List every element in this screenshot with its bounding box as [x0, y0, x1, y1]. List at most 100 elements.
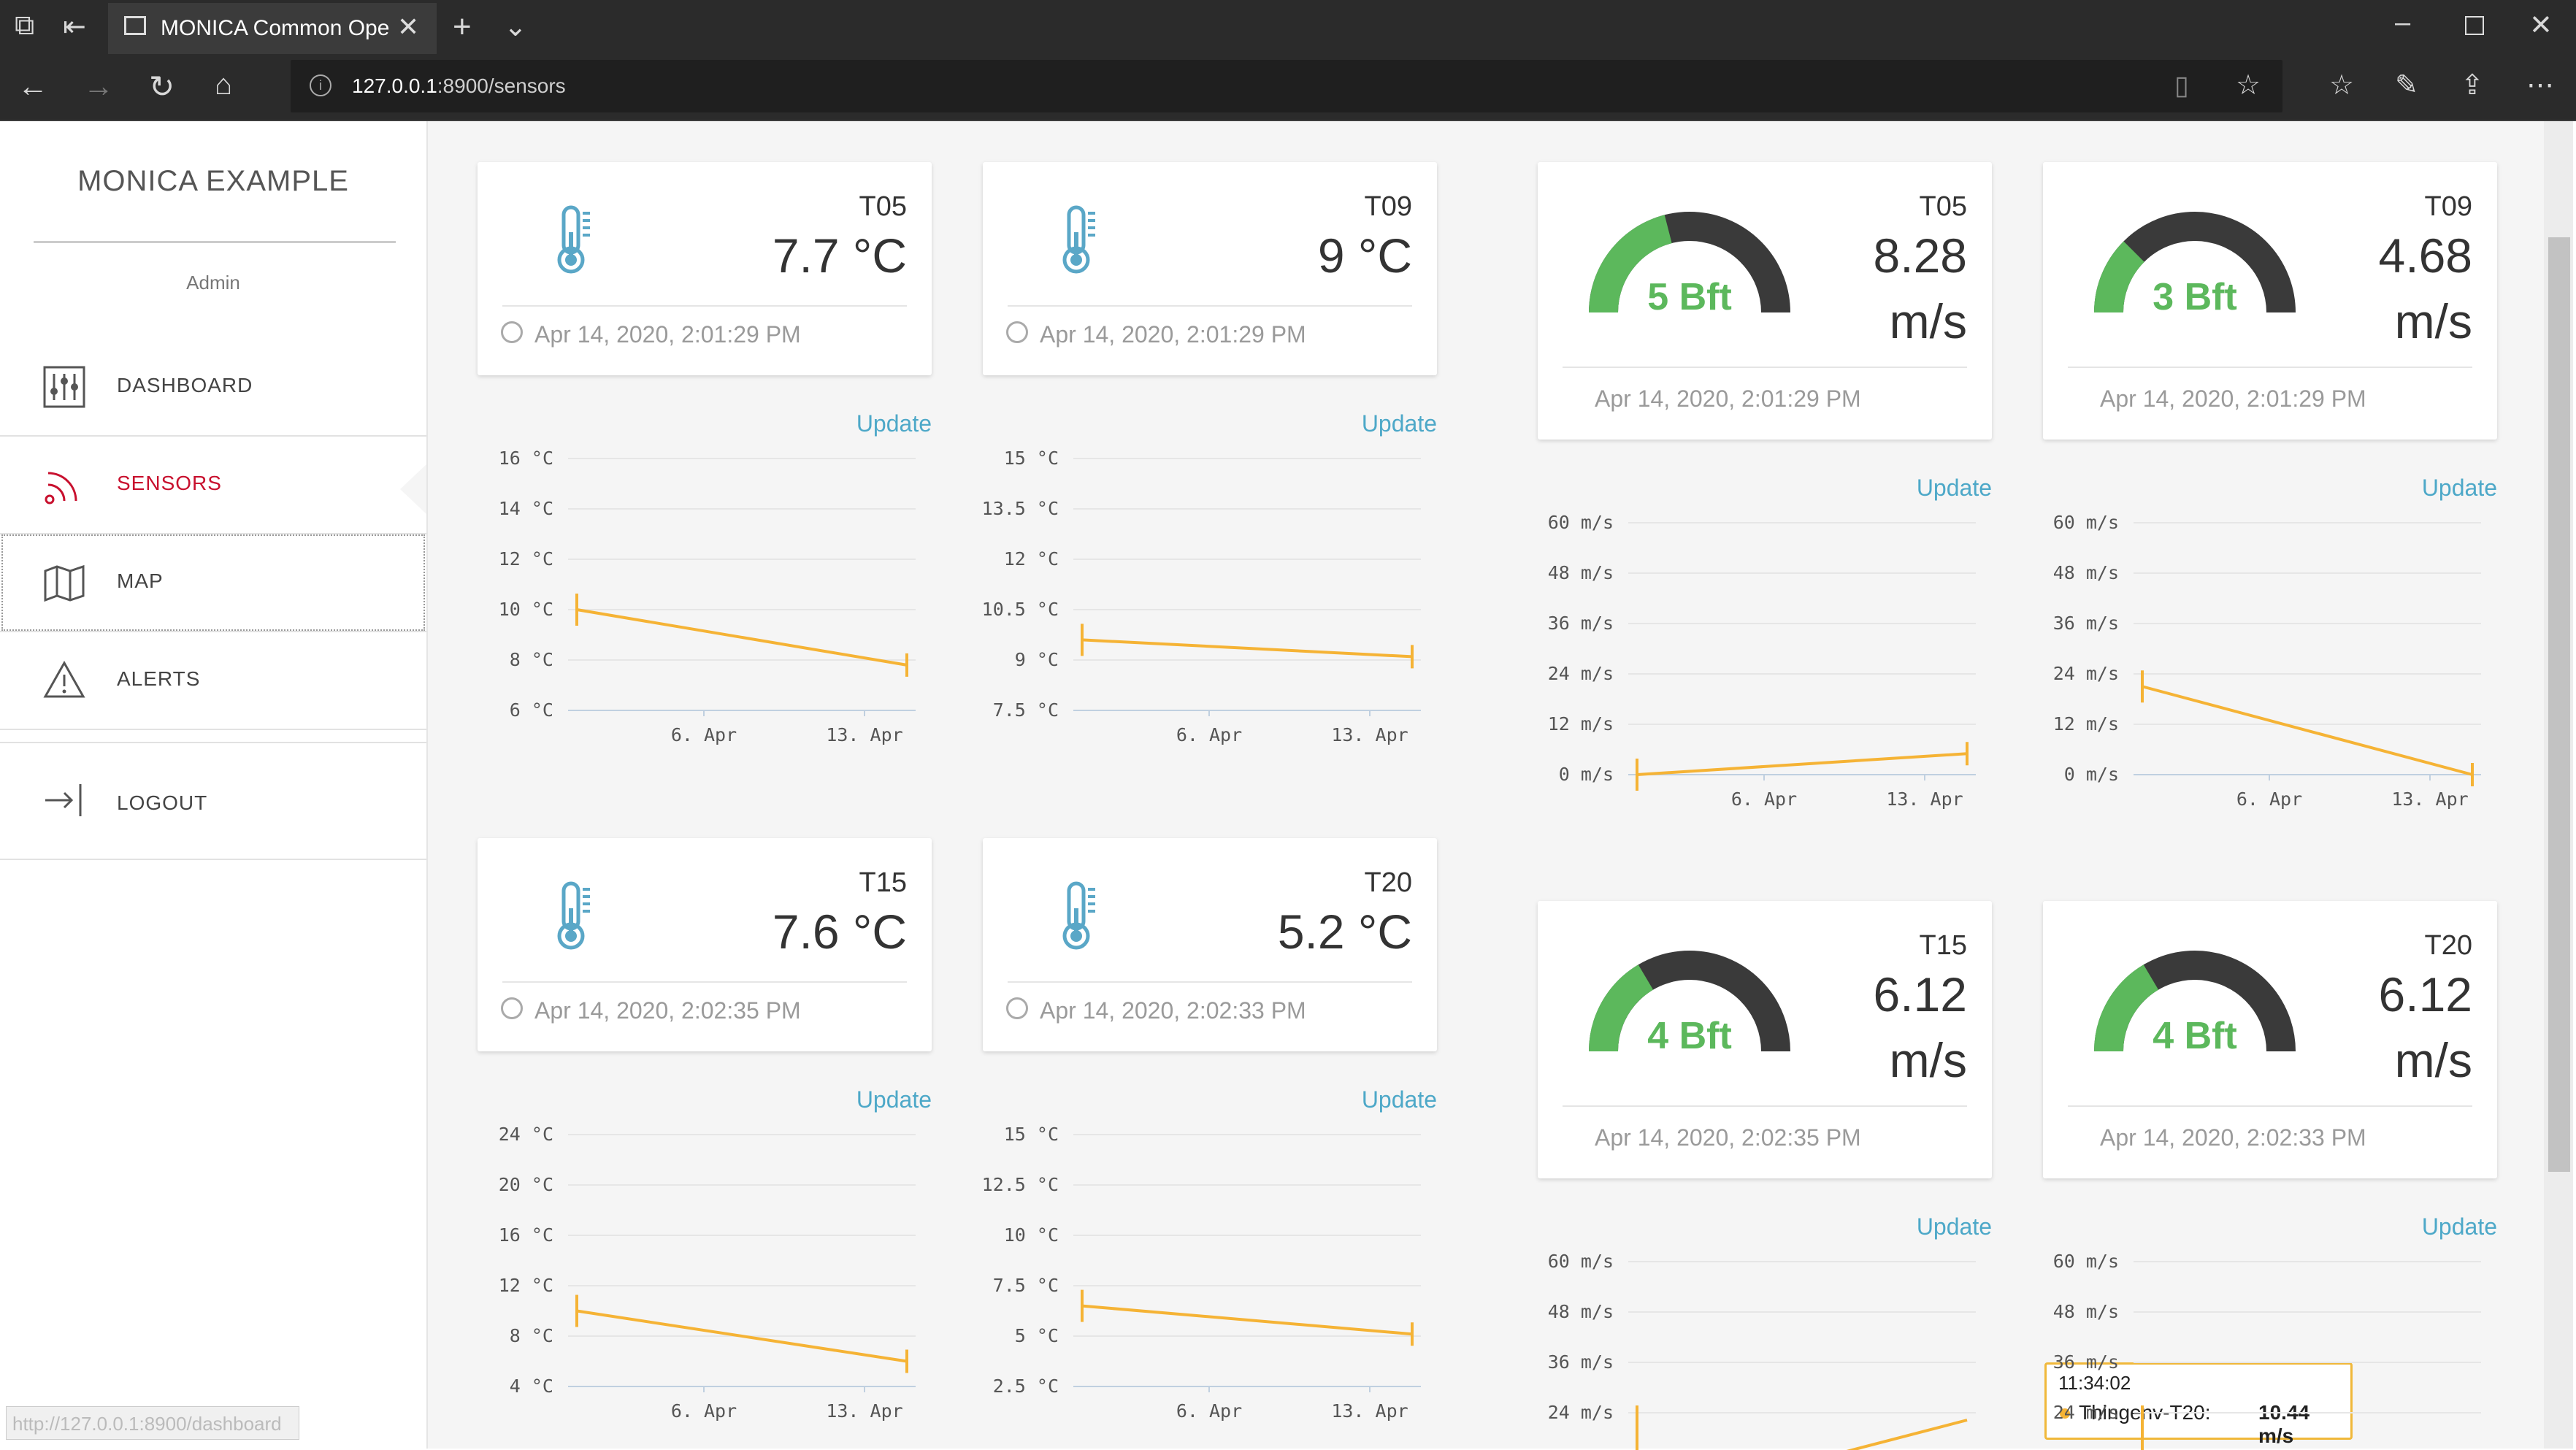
timestamp: Apr 14, 2020, 2:01:29 PM — [1040, 321, 1306, 348]
thermometer-icon — [557, 881, 590, 950]
thermometer-icon — [1062, 205, 1095, 274]
timestamp: Apr 14, 2020, 2:01:29 PM — [2100, 385, 2366, 412]
y-tick-label: 20 °C — [499, 1174, 553, 1195]
y-tick-label: 10.5 °C — [983, 599, 1059, 620]
close-tab-icon[interactable]: ✕ — [397, 12, 419, 42]
gauge-fill — [1589, 964, 1654, 1052]
sidebar-item-label: DASHBOARD — [117, 374, 253, 396]
gauge-fill — [2094, 241, 2145, 313]
y-tick-label: 8 °C — [510, 1325, 553, 1346]
tab-list-chevron-icon[interactable]: ⌄ — [504, 10, 527, 43]
timestamp: Apr 14, 2020, 2:02:35 PM — [534, 997, 801, 1024]
share-icon[interactable]: ⇪ — [2461, 69, 2484, 101]
y-tick-label: 12 °C — [499, 548, 553, 569]
set-aside-tabs-icon[interactable]: ⇤ — [63, 10, 86, 43]
line-chart: 16 °C 14 °C 12 °C 10 °C 8 °C 6 °C 6. Apr 13. Ap… — [499, 448, 916, 745]
beaufort-label: 5 Bft — [1647, 276, 1732, 318]
clock-icon — [1006, 997, 1028, 1019]
chart-panel: Update 15 °C 13.5 °C 12 °C 10.5 °C 9 °C 7.5 °C… — [983, 406, 1437, 771]
minimize-icon[interactable]: – — [2395, 7, 2410, 39]
x-tick-label: 6. Apr — [1176, 724, 1242, 745]
favorites-hub-icon[interactable]: ☆ — [2329, 69, 2354, 101]
y-tick-label: 6 °C — [510, 699, 553, 721]
y-tick-label: 13.5 °C — [983, 498, 1059, 519]
wind-card: 4 Bft T20 6.12 m/s Apr 14, 2020, 2:02:33 PM — [2043, 901, 2497, 1178]
sidebar-item-label: MAP — [117, 569, 164, 592]
y-tick-label: 9 °C — [1015, 649, 1059, 670]
y-tick-label: 12 °C — [1004, 548, 1059, 569]
info-icon[interactable]: i — [310, 74, 331, 96]
url-text: 127.0.0.1:8900/sensors — [352, 74, 566, 97]
series-line — [2142, 685, 2473, 776]
sidebar-item-alerts[interactable]: ALERTS — [0, 631, 426, 730]
y-tick-label: 24 m/s — [1548, 1402, 1614, 1423]
sensor-name: T20 — [2424, 930, 2472, 961]
y-tick-label: 10 °C — [499, 599, 553, 620]
thermometer-icon — [557, 205, 590, 274]
wind-speed-unit: m/s — [2394, 1033, 2472, 1087]
beaufort-label: 3 Bft — [2153, 276, 2237, 318]
y-tick-label: 15 °C — [1004, 1124, 1059, 1145]
signal-icon — [45, 472, 77, 505]
tab-manager-icon[interactable]: ⧉ — [15, 10, 34, 42]
x-tick-label: 13. Apr — [1331, 1400, 1408, 1422]
scrollbar-thumb[interactable] — [2548, 237, 2570, 1172]
wind-speed-value: 4.68 — [2378, 229, 2472, 283]
sidebar-item-dashboard[interactable]: DASHBOARD — [0, 337, 426, 437]
user-role: Admin — [186, 272, 240, 294]
sidebar-item-sensors[interactable]: SENSORS — [0, 435, 426, 534]
y-tick-label: 7.5 °C — [993, 1275, 1059, 1296]
y-tick-label: 36 m/s — [2053, 1351, 2119, 1373]
back-icon[interactable]: ← — [18, 69, 48, 104]
sensor-name: T15 — [1919, 930, 1967, 961]
timestamp: Apr 14, 2020, 2:02:35 PM — [1595, 1124, 1861, 1151]
beaufort-gauge: 3 Bft — [2094, 212, 2296, 318]
x-tick-label: 6. Apr — [671, 724, 737, 745]
y-tick-label: 24 °C — [499, 1124, 553, 1145]
forward-icon[interactable]: → — [83, 69, 114, 104]
browser-tab[interactable]: MONICA Common Ope ✕ — [108, 3, 437, 54]
chart-panel: Update 16 °C 14 °C 12 °C 10 °C 8 °C 6 °C 6. Apr… — [478, 406, 932, 771]
close-window-icon[interactable]: ✕ — [2529, 9, 2553, 42]
y-tick-label: 60 m/s — [2053, 512, 2119, 533]
y-tick-label: 10 °C — [1004, 1224, 1059, 1246]
maximize-icon[interactable] — [2465, 16, 2484, 35]
page-icon — [124, 16, 146, 35]
line-chart: 60 m/s 48 m/s 36 m/s 24 m/s — [1548, 1251, 1976, 1450]
y-tick-label: 15 °C — [1004, 448, 1059, 469]
y-tick-label: 5 °C — [1015, 1325, 1059, 1346]
address-bar[interactable]: i 127.0.0.1:8900/sensors ▯ ☆ — [291, 60, 2282, 112]
chart-panel: Update 15 °C 12.5 °C 10 °C 7.5 °C 5 °C 2.5 °C 6… — [983, 1082, 1437, 1447]
beaufort-label: 4 Bft — [1647, 1015, 1732, 1057]
line-chart: 60 m/s 48 m/s 36 m/s 24 m/s 12 m/s 0 m/s 6. Ap… — [2053, 512, 2481, 810]
temperature-value: 7.6 °C — [772, 905, 907, 959]
x-tick-label: 13. Apr — [1331, 724, 1408, 745]
series-line — [1636, 752, 1968, 776]
favorite-star-icon[interactable]: ☆ — [2236, 69, 2261, 101]
series-line — [576, 608, 908, 667]
series-line — [1081, 1304, 1413, 1336]
reading-view-icon[interactable]: ▯ — [2174, 70, 2189, 101]
card-divider — [1563, 1105, 1967, 1107]
y-tick-label: 48 m/s — [2053, 562, 2119, 583]
temperature-card: T05 7.7 °C Apr 14, 2020, 2:01:29 PM — [478, 162, 932, 375]
home-icon[interactable]: ⌂ — [215, 69, 232, 101]
beaufort-gauge: 4 Bft — [2094, 951, 2296, 1057]
new-tab-icon[interactable]: + — [453, 9, 472, 45]
y-tick-label: 0 m/s — [1559, 764, 1614, 785]
beaufort-label: 4 Bft — [2153, 1015, 2237, 1057]
sidebar-item-logout[interactable]: LOGOUT — [0, 742, 426, 860]
wind-card: 5 Bft T05 8.28 m/s Apr 14, 2020, 2:01:29 PM — [1538, 162, 1992, 440]
y-tick-label: 36 m/s — [1548, 1351, 1614, 1373]
pen-icon[interactable]: ✎ — [2395, 69, 2418, 101]
more-icon[interactable]: ⋯ — [2526, 69, 2554, 101]
refresh-icon[interactable]: ↻ — [149, 69, 175, 104]
card-divider — [2068, 367, 2472, 368]
series-line — [1846, 1419, 1968, 1450]
card-divider — [1008, 305, 1412, 307]
y-tick-label: 4 °C — [510, 1376, 553, 1397]
wind-card: 4 Bft T15 6.12 m/s Apr 14, 2020, 2:02:35 PM — [1538, 901, 1992, 1178]
y-tick-label: 0 m/s — [2064, 764, 2119, 785]
sidebar-item-map[interactable]: MAP — [0, 533, 426, 632]
timestamp: Apr 14, 2020, 2:01:29 PM — [1595, 385, 1861, 412]
